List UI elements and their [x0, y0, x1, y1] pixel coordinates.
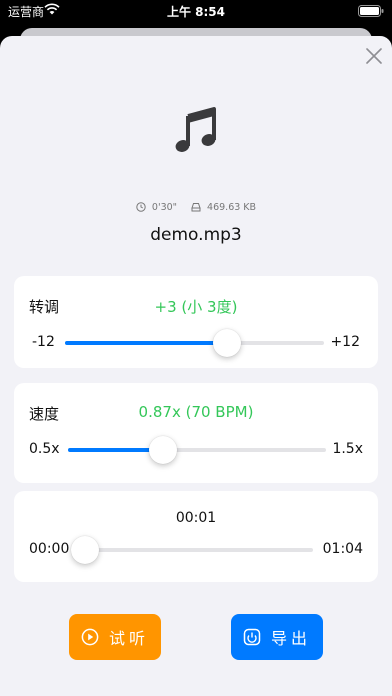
export-button-label: 导出: [270, 629, 311, 648]
current-time: 00:01: [175, 510, 217, 526]
speed-max-label: 1.5x: [332, 441, 363, 457]
speed-slider-thumb[interactable]: [149, 436, 178, 464]
preview-button-label: 试听: [108, 629, 149, 648]
pitch-slider[interactable]: [65, 329, 324, 357]
status-time: 上午 8:54: [166, 5, 226, 19]
file-meta: 0'30" 469.63 KB: [0, 199, 392, 215]
pitch-min-label: -12: [32, 334, 55, 350]
storage-icon: [191, 203, 201, 212]
progress-slider-thumb[interactable]: [70, 536, 99, 564]
speed-min-label: 0.5x: [29, 441, 60, 457]
pitch-slider-fill: [65, 341, 227, 345]
battery-icon: [358, 5, 384, 17]
close-icon[interactable]: [362, 44, 386, 68]
play-circle-icon: [81, 628, 99, 646]
pitch-panel: 转调 +3 (小 3度) -12 +12: [14, 276, 378, 368]
pitch-max-label: +12: [330, 334, 360, 350]
pitch-slider-thumb[interactable]: [212, 329, 241, 357]
file-name: demo.mp3: [150, 225, 242, 245]
speed-slider[interactable]: [68, 436, 326, 464]
preview-button[interactable]: 试听: [69, 614, 161, 660]
export-button[interactable]: 导出: [231, 614, 323, 660]
export-icon: [243, 628, 261, 646]
music-note-icon: [175, 107, 216, 152]
pitch-value: +3 (小 3度): [154, 298, 238, 316]
audio-settings-sheet: 0'30" 469.63 KB demo.mp3 转调 +3 (小 3度) -1…: [0, 36, 392, 696]
status-bar: 运营商 上午 8:54: [0, 0, 392, 22]
clock-icon: [136, 202, 146, 212]
speed-panel: 速度 0.87x (70 BPM) 0.5x 1.5x: [14, 383, 378, 483]
file-size: 469.63 KB: [207, 201, 257, 213]
progress-end-label: 01:04: [322, 541, 363, 557]
progress-start-label: 00:00: [29, 541, 70, 557]
progress-slider[interactable]: [70, 536, 313, 564]
speed-value: 0.87x (70 BPM): [138, 403, 254, 421]
file-duration: 0'30": [151, 201, 178, 213]
playback-panel: 00:01 00:00 01:04: [14, 491, 378, 582]
